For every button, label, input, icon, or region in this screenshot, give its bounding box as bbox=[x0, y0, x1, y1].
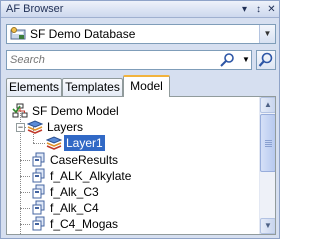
search-box: ▼ bbox=[6, 50, 252, 70]
tree-node-label: f_C4_Mogas bbox=[50, 217, 119, 231]
tree-node-label: f_Alk_C4 bbox=[50, 201, 99, 215]
collapse-icon[interactable]: − bbox=[16, 123, 25, 132]
scroll-down-button[interactable]: ▼ bbox=[260, 218, 275, 234]
element-icon bbox=[32, 152, 45, 167]
layers-icon bbox=[27, 120, 43, 134]
close-icon[interactable]: ✕ bbox=[265, 3, 278, 16]
search-icon bbox=[258, 52, 273, 67]
tree-root-label: SF Demo Model bbox=[32, 104, 119, 118]
tree-node-element[interactable]: f_Alk_C4 bbox=[7, 200, 227, 216]
tree-node-label: f_ALK_Alkylate bbox=[50, 169, 132, 183]
model-tree-panel: SF Demo Model − Layers Layer1 CaseResult… bbox=[6, 96, 276, 235]
chevron-down-icon[interactable]: ▼ bbox=[259, 25, 275, 43]
window-menu-button[interactable]: ▾ bbox=[238, 3, 251, 16]
tab-templates[interactable]: Templates bbox=[62, 78, 123, 96]
scroll-up-button[interactable]: ▲ bbox=[260, 97, 275, 113]
tree-node-label: f_Alk_C3 bbox=[50, 185, 99, 199]
search-options-icon[interactable] bbox=[219, 52, 237, 68]
tree-node-layer1[interactable]: Layer1 bbox=[7, 135, 207, 151]
element-icon bbox=[32, 200, 45, 215]
search-input[interactable] bbox=[10, 52, 210, 68]
tab-model[interactable]: Model bbox=[123, 75, 170, 97]
window-title: AF Browser bbox=[6, 3, 64, 15]
title-bar: AF Browser ▾ ↕ ✕ bbox=[1, 1, 279, 18]
tree-root[interactable]: SF Demo Model bbox=[7, 103, 207, 119]
element-icon bbox=[32, 216, 45, 231]
database-selector[interactable]: SF Demo Database ▼ bbox=[6, 24, 276, 44]
tree-node-label-selected: Layer1 bbox=[64, 135, 105, 151]
scrollbar-thumb[interactable] bbox=[260, 114, 275, 172]
tree-node-element[interactable]: f_ALK_Alkylate bbox=[7, 168, 227, 184]
chevron-down-icon[interactable]: ▼ bbox=[241, 52, 251, 68]
model-tree: SF Demo Model − Layers Layer1 CaseResult… bbox=[7, 97, 259, 234]
tree-node-element[interactable]: CaseResults bbox=[7, 152, 227, 168]
tab-strip: Elements Templates Model bbox=[6, 75, 276, 97]
search-button[interactable] bbox=[256, 50, 276, 70]
tab-elements[interactable]: Elements bbox=[6, 78, 62, 96]
database-name: SF Demo Database bbox=[30, 27, 136, 41]
tree-node-label: Layers bbox=[47, 120, 84, 134]
layer-icon bbox=[46, 136, 62, 150]
tree-node-element[interactable]: f_C4_Mogas bbox=[7, 216, 227, 232]
element-icon bbox=[32, 184, 45, 199]
element-icon bbox=[32, 168, 45, 183]
tree-node-label: CaseResults bbox=[50, 153, 119, 167]
vertical-scrollbar[interactable]: ▲ ▼ bbox=[259, 97, 275, 234]
model-icon bbox=[12, 103, 28, 118]
tree-node-element[interactable]: f_Alk_C3 bbox=[7, 184, 227, 200]
pin-icon[interactable]: ↕ bbox=[252, 3, 265, 16]
af-browser-panel: AF Browser ▾ ↕ ✕ SF Demo Database ▼ ▼ El… bbox=[0, 0, 280, 239]
database-icon bbox=[10, 27, 26, 40]
tree-node-layers[interactable]: − Layers bbox=[7, 119, 207, 135]
